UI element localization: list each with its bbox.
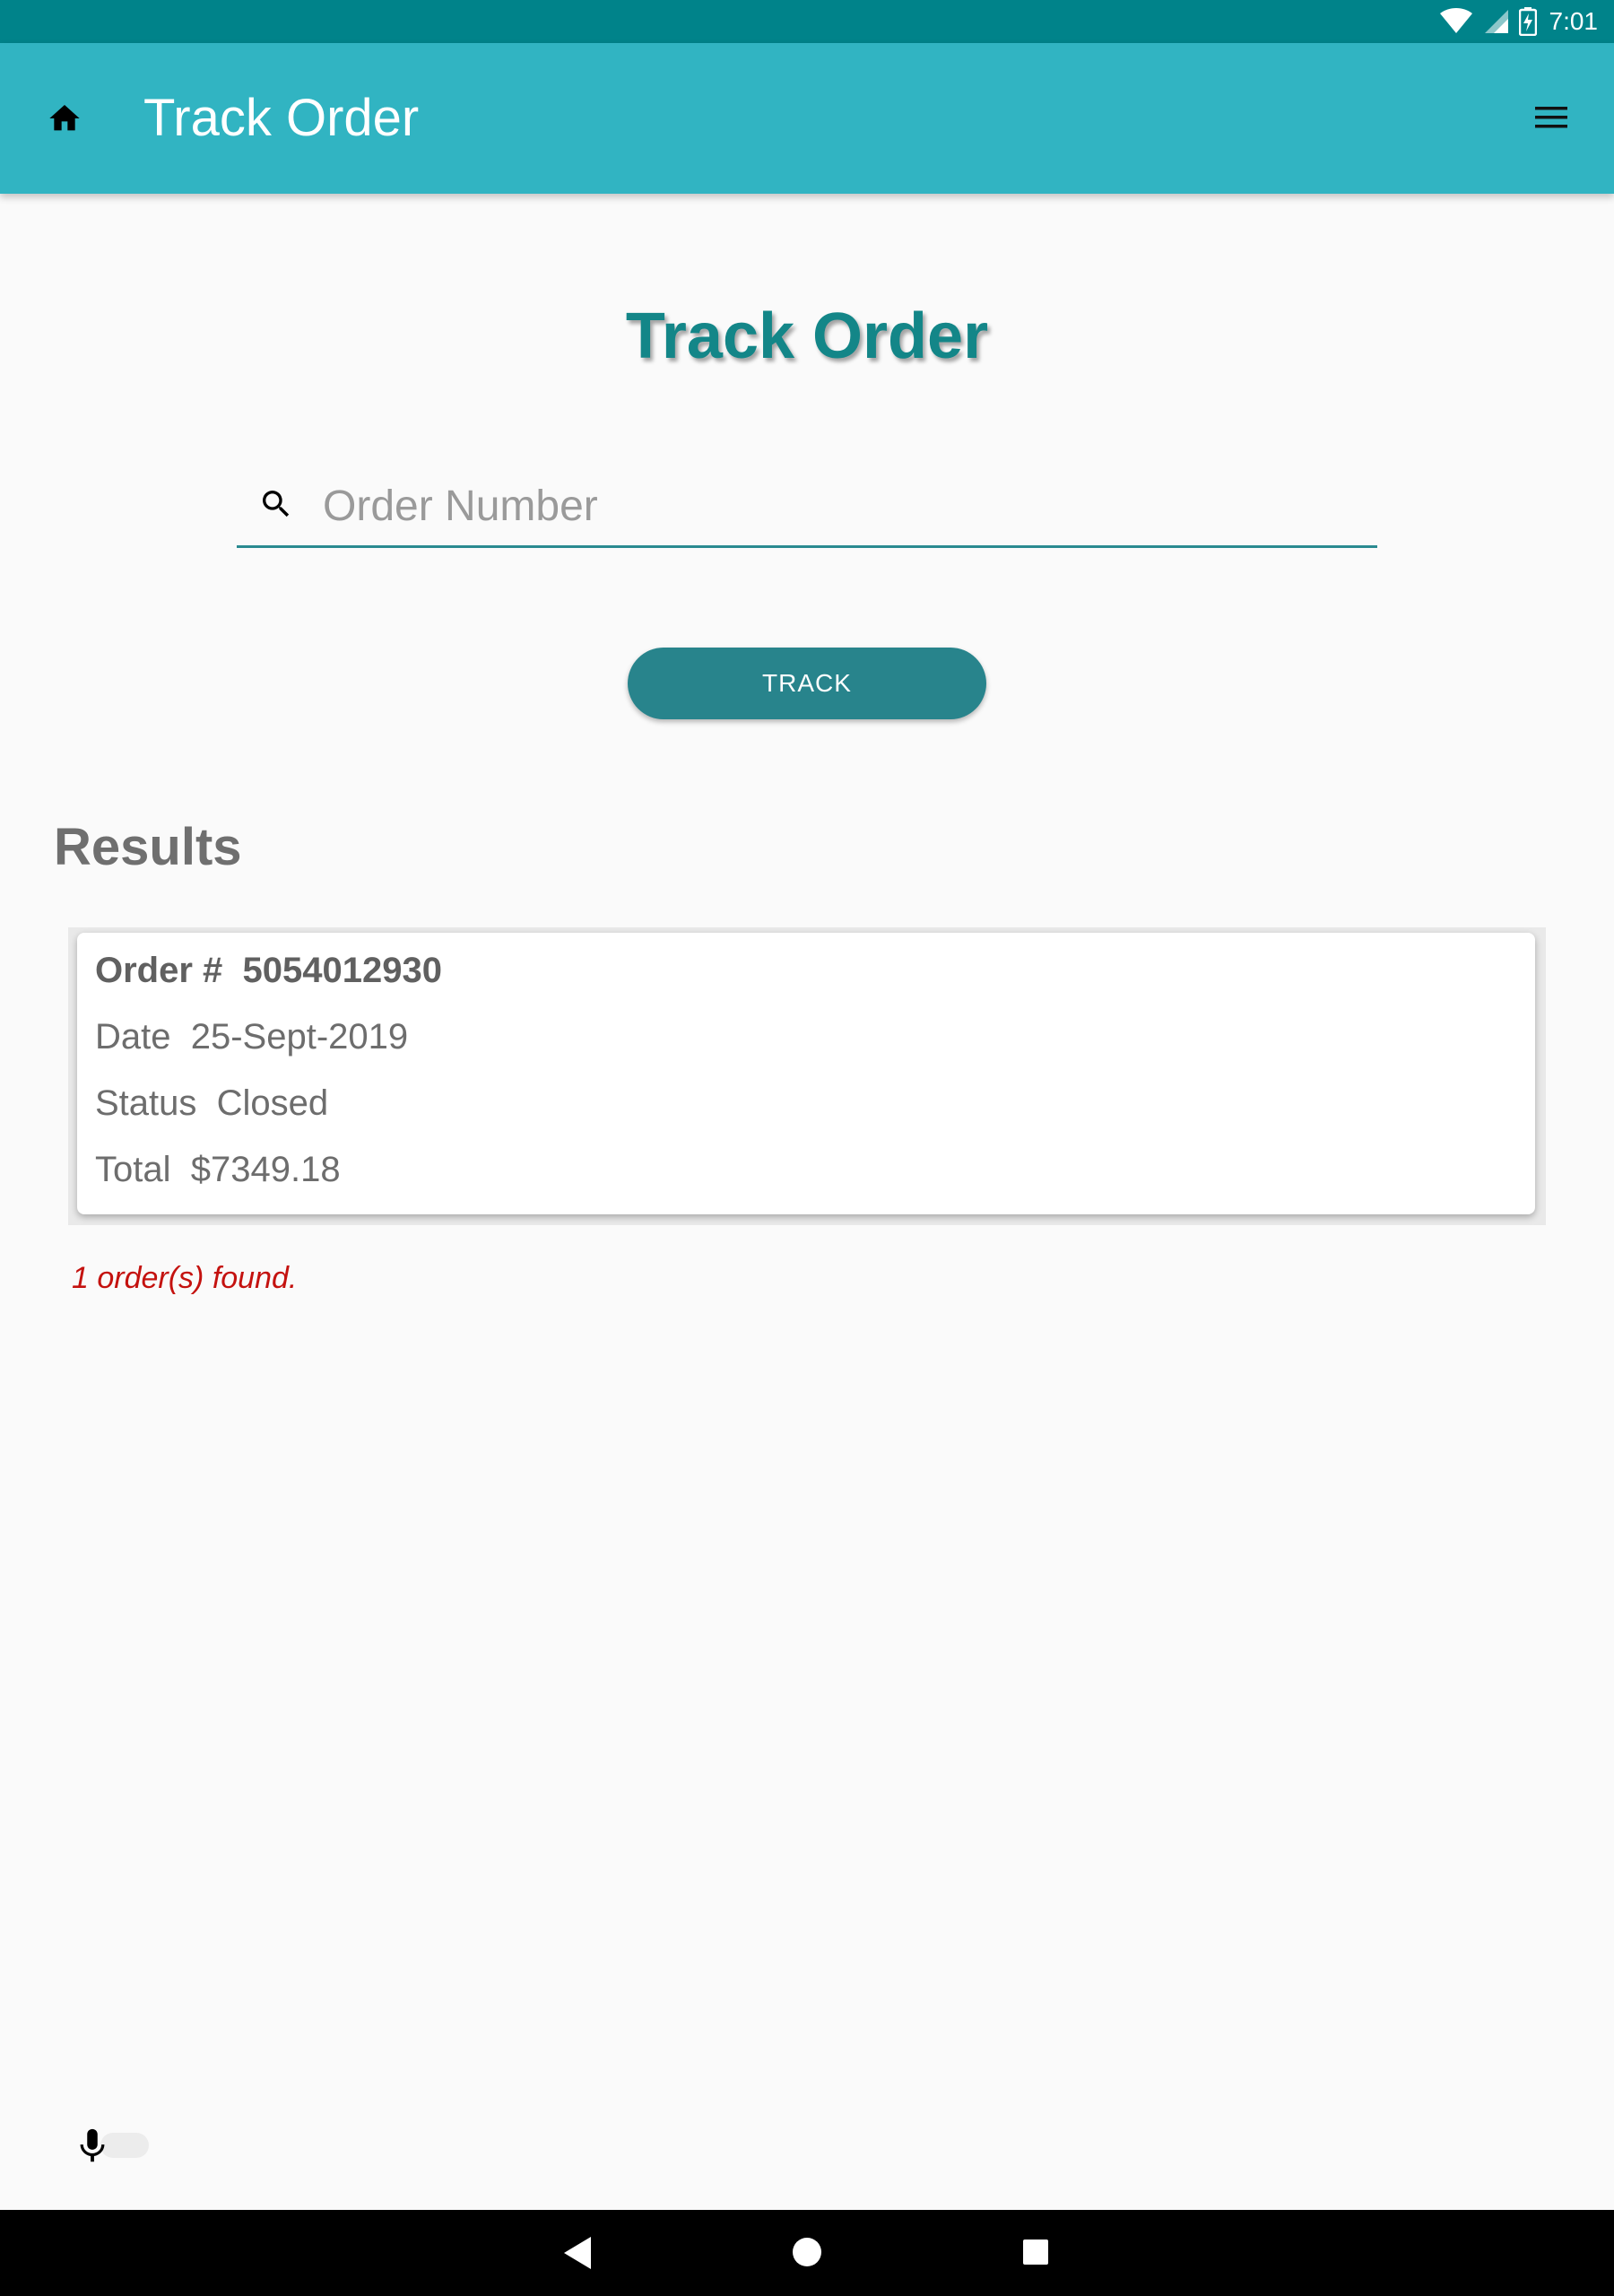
order-card[interactable]: Order # 5054012930 Date 25-Sept-2019 Sta… xyxy=(77,933,1535,1214)
results-heading: Results xyxy=(54,818,242,876)
back-icon[interactable] xyxy=(562,2235,593,2271)
order-number-value: 5054012930 xyxy=(242,951,442,990)
status-icons: 7:01 xyxy=(1438,5,1599,38)
status-time: 7:01 xyxy=(1549,7,1599,35)
wifi-icon xyxy=(1439,8,1472,33)
order-total-value: $7349.18 xyxy=(190,1150,341,1189)
order-status-value: Closed xyxy=(216,1083,329,1123)
orders-found-text: 1 order(s) found. xyxy=(72,1261,298,1295)
track-button[interactable]: TRACK xyxy=(628,648,986,719)
order-date-value: 25-Sept-2019 xyxy=(190,1017,409,1057)
voice-toggle[interactable] xyxy=(72,2126,152,2167)
recent-apps-icon[interactable] xyxy=(1022,2239,1049,2266)
order-number-input[interactable] xyxy=(323,479,1363,533)
order-date-label: Date xyxy=(95,1017,171,1057)
order-number-field[interactable] xyxy=(237,466,1377,548)
status-bar: 7:01 xyxy=(0,0,1614,43)
order-number-row: Order # 5054012930 xyxy=(95,949,442,992)
order-date-row: Date 25-Sept-2019 xyxy=(95,1015,408,1058)
microphone-icon[interactable] xyxy=(72,2126,113,2167)
page-title: Track Order xyxy=(625,300,989,372)
app-bar: Track Order xyxy=(0,43,1614,194)
order-total-label: Total xyxy=(95,1150,171,1189)
order-status-label: Status xyxy=(95,1083,197,1123)
app-title: Track Order xyxy=(143,89,420,147)
search-icon xyxy=(263,491,290,517)
order-total-row: Total $7349.18 xyxy=(95,1148,341,1191)
home-circle-icon[interactable] xyxy=(792,2237,822,2267)
cell-signal-icon xyxy=(1484,10,1508,33)
home-icon[interactable] xyxy=(47,100,82,136)
system-nav-bar xyxy=(0,2210,1614,2296)
menu-icon[interactable] xyxy=(1533,102,1569,133)
order-status-row: Status Closed xyxy=(95,1082,328,1125)
battery-charging-icon xyxy=(1518,7,1537,36)
order-number-label: Order # xyxy=(95,951,223,990)
